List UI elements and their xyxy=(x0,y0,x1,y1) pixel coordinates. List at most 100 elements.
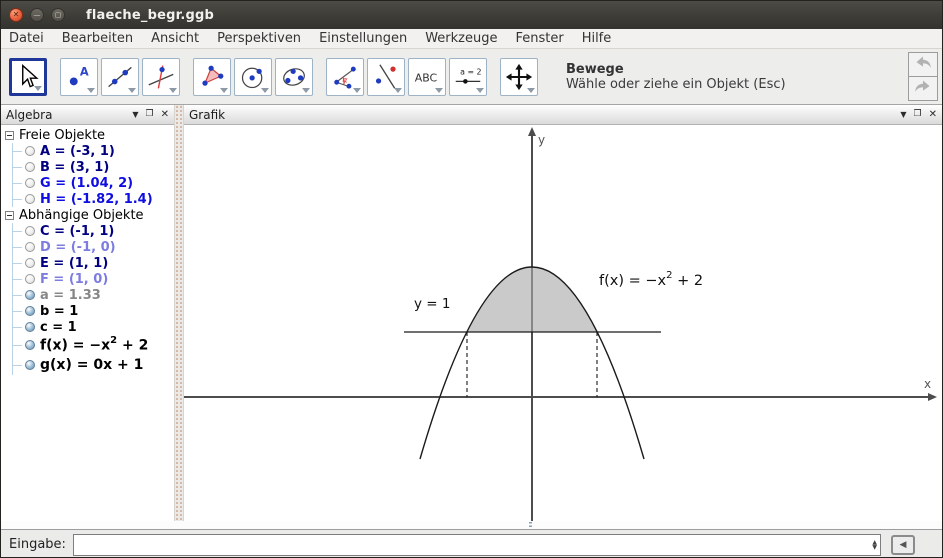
panel-splitter[interactable] xyxy=(174,105,184,521)
tool-dropdown-icon[interactable] xyxy=(394,87,402,93)
main-area: Algebra ▼ ❐ ✕ Freie Objekte A = (-3, 1) xyxy=(1,105,942,521)
tool-polygon-button[interactable] xyxy=(193,57,231,96)
panel-undock-icon[interactable]: ❐ xyxy=(146,110,154,119)
tree-group-dependent[interactable]: Abhängige Objekte xyxy=(1,207,174,223)
tool-text-button[interactable]: ABC xyxy=(408,57,446,96)
menu-item-perspektiven[interactable]: Perspektiven xyxy=(217,31,301,46)
graphics-canvas[interactable]: y x y = 1 f(x) = −x2 + 2 xyxy=(184,125,942,521)
close-button[interactable]: ✕ xyxy=(9,8,23,22)
panel-menu-icon[interactable]: ▼ xyxy=(900,110,906,119)
tool-dropdown-icon[interactable] xyxy=(87,87,95,93)
spinner-down-icon[interactable]: ▼ xyxy=(872,544,877,550)
visibility-toggle-icon[interactable] xyxy=(25,360,35,370)
visibility-toggle-icon[interactable] xyxy=(25,242,35,252)
menu-item-datei[interactable]: Datei xyxy=(9,31,44,46)
help-toggle-arrow-icon: ◀ xyxy=(899,539,907,550)
input-bar-splitter[interactable] xyxy=(1,521,942,529)
tree-item-H[interactable]: H = (-1.82, 1.4) xyxy=(13,191,174,207)
maximize-button[interactable]: ▢ xyxy=(51,8,65,22)
panel-close-icon[interactable]: ✕ xyxy=(929,109,937,120)
tree-item-C[interactable]: C = (-1, 1) xyxy=(13,223,174,239)
object-value: G = (1.04, 2) xyxy=(40,175,134,191)
object-value: D = (-1, 0) xyxy=(40,239,116,255)
panel-menu-icon[interactable]: ▼ xyxy=(132,110,138,119)
visibility-toggle-icon[interactable] xyxy=(25,162,35,172)
tool-line-button[interactable] xyxy=(101,57,139,96)
tool-dropdown-icon[interactable] xyxy=(476,87,484,93)
algebra-panel-header: Algebra ▼ ❐ ✕ xyxy=(1,105,174,125)
tool-mirror-button[interactable] xyxy=(367,57,405,96)
tool-dropdown-icon[interactable] xyxy=(527,87,535,93)
point-icon-label: A xyxy=(80,64,89,78)
tree-item-F[interactable]: F = (1, 0) xyxy=(13,271,174,287)
redo-button[interactable] xyxy=(908,76,938,101)
tool-move-view-button[interactable] xyxy=(500,57,538,96)
titlebar[interactable]: ✕ — ▢ flaeche_begr.ggb xyxy=(1,1,942,29)
panel-undock-icon[interactable]: ❐ xyxy=(914,110,922,119)
command-input[interactable] xyxy=(72,534,881,556)
tree-item-b[interactable]: b = 1 xyxy=(13,303,174,319)
visibility-toggle-icon[interactable] xyxy=(25,274,35,284)
tool-dropdown-icon[interactable] xyxy=(302,87,310,93)
conic-through-points-icon xyxy=(280,63,308,91)
menu-item-fenster[interactable]: Fenster xyxy=(515,31,563,46)
tool-angle-button[interactable]: α xyxy=(326,57,364,96)
minimize-button[interactable]: — xyxy=(30,8,44,22)
tool-dropdown-icon[interactable] xyxy=(435,87,443,93)
mirror-object-icon xyxy=(372,63,400,91)
tool-dropdown-icon[interactable] xyxy=(353,87,361,93)
collapse-icon[interactable] xyxy=(5,210,14,220)
visibility-toggle-icon[interactable] xyxy=(25,322,35,332)
tool-group-shapes xyxy=(193,57,313,96)
visibility-toggle-icon[interactable] xyxy=(25,146,35,156)
tree-item-c[interactable]: c = 1 xyxy=(13,319,174,335)
tree-item-G[interactable]: G = (1.04, 2) xyxy=(13,175,174,191)
tool-move-button[interactable] xyxy=(9,57,47,96)
tool-dropdown-icon[interactable] xyxy=(261,87,269,93)
tree-item-g[interactable]: g(x) = 0x + 1 xyxy=(13,355,174,375)
undo-redo-buttons xyxy=(908,52,938,101)
visibility-toggle-icon[interactable] xyxy=(25,194,35,204)
undo-button[interactable] xyxy=(908,52,938,77)
visibility-toggle-icon[interactable] xyxy=(25,290,35,300)
tree-group-label: Abhängige Objekte xyxy=(19,207,144,223)
tool-slider-button[interactable]: a = 2 xyxy=(449,57,487,96)
menu-item-einstellungen[interactable]: Einstellungen xyxy=(319,31,407,46)
tree-item-a[interactable]: a = 1.33 xyxy=(13,287,174,303)
input-history-spinner[interactable]: ▲ ▼ xyxy=(872,539,877,550)
visibility-toggle-icon[interactable] xyxy=(25,226,35,236)
tool-conic-button[interactable] xyxy=(275,57,313,96)
slider-icon: a = 2 xyxy=(453,63,483,91)
menu-item-werkzeuge[interactable]: Werkzeuge xyxy=(425,31,497,46)
tree-item-E[interactable]: E = (1, 1) xyxy=(13,255,174,271)
move-graphics-view-icon xyxy=(505,63,533,91)
tree-item-f[interactable]: f(x) = −x2 + 2 xyxy=(13,335,174,355)
panel-close-icon[interactable]: ✕ xyxy=(161,109,169,120)
visibility-toggle-icon[interactable] xyxy=(25,340,35,350)
tool-circle-button[interactable] xyxy=(234,57,272,96)
tree-group-free[interactable]: Freie Objekte xyxy=(1,127,174,143)
angle-icon-label: α xyxy=(342,75,348,84)
line-y1-label[interactable]: y = 1 xyxy=(414,296,450,312)
visibility-toggle-icon[interactable] xyxy=(25,178,35,188)
algebra-panel-title: Algebra xyxy=(6,107,53,122)
menu-item-bearbeiten[interactable]: Bearbeiten xyxy=(62,31,133,46)
graphics-panel-title: Grafik xyxy=(189,107,226,122)
function-label[interactable]: f(x) = −x2 + 2 xyxy=(599,270,703,289)
visibility-toggle-icon[interactable] xyxy=(25,258,35,268)
tool-dropdown-icon[interactable] xyxy=(128,87,136,93)
collapse-icon[interactable] xyxy=(5,130,14,140)
input-help-toggle-button[interactable]: ◀ xyxy=(891,534,915,555)
tree-item-A[interactable]: A = (-3, 1) xyxy=(13,143,174,159)
tool-dropdown-icon[interactable] xyxy=(169,87,177,93)
tool-dropdown-icon[interactable] xyxy=(220,87,228,93)
tree-item-B[interactable]: B = (3, 1) xyxy=(13,159,174,175)
tool-dropdown-icon[interactable] xyxy=(34,85,42,91)
tool-group-points-lines: A xyxy=(60,57,180,96)
menu-item-hilfe[interactable]: Hilfe xyxy=(582,31,612,46)
tool-perpendicular-line-button[interactable] xyxy=(142,57,180,96)
tool-point-button[interactable]: A xyxy=(60,57,98,96)
menu-item-ansicht[interactable]: Ansicht xyxy=(151,31,199,46)
visibility-toggle-icon[interactable] xyxy=(25,306,35,316)
tree-item-D[interactable]: D = (-1, 0) xyxy=(13,239,174,255)
